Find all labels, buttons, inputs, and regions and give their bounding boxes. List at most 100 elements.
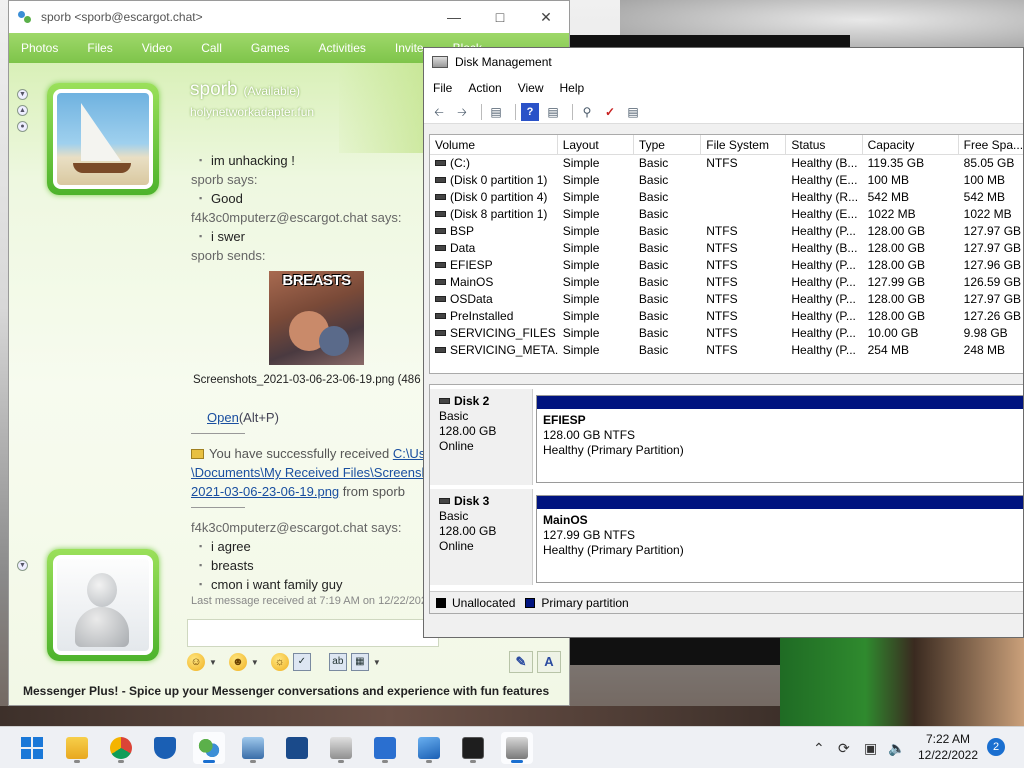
- partition-legend: Unallocated Primary partition: [430, 591, 1023, 613]
- column-header-capacity[interactable]: Capacity: [863, 135, 959, 154]
- column-header-volume[interactable]: Volume: [430, 135, 558, 154]
- my-avatar[interactable]: [47, 549, 159, 661]
- taskbar-media-player[interactable]: [369, 732, 401, 764]
- background-icon[interactable]: ▦: [350, 653, 369, 671]
- received-file-path-link[interactable]: \Documents\My Received Files\Screenshots…: [191, 465, 431, 480]
- menu-invite[interactable]: Invite: [395, 41, 424, 55]
- volume-row[interactable]: SERVICING_FILES Simple Basic NTFS Healthy (P…: [430, 325, 1023, 342]
- received-file-path-link[interactable]: 2021-03-06-23-06-19.png: [191, 484, 339, 499]
- cell-free-space: 9.98 GB: [963, 326, 1008, 340]
- volume-row[interactable]: (Disk 0 partition 4) Simple Basic Healthy (…: [430, 189, 1023, 206]
- taskbar-file-explorer[interactable]: [61, 732, 93, 764]
- nudge-icon[interactable]: ☼: [270, 653, 289, 671]
- menu-photos[interactable]: Photos: [21, 41, 58, 55]
- notification-badge[interactable]: 2: [987, 738, 1005, 756]
- webcam-icon[interactable]: ●: [17, 121, 28, 132]
- cell-file-system: [701, 189, 786, 206]
- received-image-thumbnail[interactable]: BREASTS: [269, 271, 364, 365]
- console-tree-icon[interactable]: ▤: [487, 103, 505, 121]
- cell-file-system: NTFS: [706, 156, 738, 170]
- message-input[interactable]: [187, 619, 439, 647]
- voice-clip-icon[interactable]: ✓: [292, 653, 311, 671]
- column-header-status[interactable]: Status: [786, 135, 863, 154]
- emoticon-dropdown-icon[interactable]: ▼: [209, 658, 217, 667]
- menu-view[interactable]: View: [518, 81, 544, 95]
- menu-files[interactable]: Files: [87, 41, 112, 55]
- tray-sync[interactable]: ⟳: [838, 727, 850, 768]
- collapse-arrow-icon[interactable]: ▼: [17, 89, 28, 100]
- font-button[interactable]: A: [537, 651, 561, 673]
- handwriting-button[interactable]: ✎: [509, 651, 533, 673]
- tray-volume[interactable]: 🔈: [888, 727, 905, 768]
- show-hidden-icons[interactable]: ⌃: [813, 727, 825, 768]
- connect-icon[interactable]: ⚲: [578, 103, 596, 121]
- taskbar-app-blue[interactable]: [281, 732, 313, 764]
- minimize-button[interactable]: —: [431, 1, 477, 33]
- maximize-button[interactable]: □: [477, 1, 523, 33]
- column-header-layout[interactable]: Layout: [558, 135, 634, 154]
- system-clock[interactable]: 7:22 AM 12/22/2022: [908, 731, 988, 763]
- taskbar-terminal[interactable]: [457, 732, 489, 764]
- messenger-plus-banner[interactable]: Messenger Plus! - Spice up your Messenge…: [23, 684, 549, 698]
- volume-row[interactable]: BSP Simple Basic NTFS Healthy (P... 128.00 GB…: [430, 223, 1023, 240]
- open-file-link[interactable]: Open: [207, 410, 239, 425]
- partition-block[interactable]: EFIESP 128.00 GB NTFS Healthy (Primary P…: [536, 395, 1023, 483]
- column-header-type[interactable]: Type: [634, 135, 702, 154]
- disk-size: 128.00 GB: [439, 424, 497, 438]
- disk-info[interactable]: Disk 3 Basic 128.00 GB Online: [430, 489, 533, 585]
- menu-action[interactable]: Action: [468, 81, 501, 95]
- cell-layout: Simple: [562, 156, 600, 170]
- background-dropdown-icon[interactable]: ▼: [373, 658, 381, 667]
- help-icon[interactable]: ?: [521, 102, 539, 121]
- taskbar-messenger[interactable]: [193, 732, 225, 764]
- volume-row[interactable]: (Disk 8 partition 1) Simple Basic Healthy (…: [430, 206, 1023, 223]
- disk-entry[interactable]: Disk 3 Basic 128.00 GB Online MainOS 127…: [430, 489, 1023, 585]
- primary-partition-bar: [537, 496, 1023, 509]
- volume-row[interactable]: PreInstalled Simple Basic NTFS Healthy (P...…: [430, 308, 1023, 325]
- terminal-icon: [462, 737, 484, 759]
- expand-arrow-icon[interactable]: ▲: [17, 105, 28, 116]
- taskbar-app-grey[interactable]: [325, 732, 357, 764]
- close-button[interactable]: ✕: [523, 1, 569, 33]
- volume-row[interactable]: Data Simple Basic NTFS Healthy (B... 128.00 G…: [430, 240, 1023, 257]
- collapse-arrow-icon[interactable]: ▼: [17, 560, 28, 571]
- forward-arrow-icon[interactable]: 🡢: [453, 103, 471, 121]
- volume-row[interactable]: SERVICING_META... Simple Basic NTFS Healthy …: [430, 342, 1023, 359]
- back-arrow-icon[interactable]: 🡠: [430, 103, 448, 121]
- column-header-free-space[interactable]: Free Spa...: [959, 135, 1023, 154]
- font-style-icon[interactable]: ab: [328, 653, 347, 671]
- volume-row[interactable]: EFIESP Simple Basic NTFS Healthy (P... 128.00…: [430, 257, 1023, 274]
- wink-dropdown-icon[interactable]: ▼: [251, 658, 259, 667]
- drive-icon: [435, 245, 446, 251]
- taskbar-app-landscape[interactable]: [413, 732, 445, 764]
- contact-avatar[interactable]: [47, 83, 159, 195]
- list-view-icon[interactable]: ▤: [624, 103, 642, 121]
- volume-row[interactable]: MainOS Simple Basic NTFS Healthy (P... 127.99…: [430, 274, 1023, 291]
- tray-network[interactable]: ▣: [864, 727, 877, 768]
- menu-help[interactable]: Help: [560, 81, 585, 95]
- menu-video[interactable]: Video: [142, 41, 172, 55]
- volume-row[interactable]: (Disk 0 partition 1) Simple Basic Healthy (…: [430, 172, 1023, 189]
- cell-layout: Simple: [562, 241, 600, 255]
- column-header-file-system[interactable]: File System: [701, 135, 787, 154]
- disk-entry[interactable]: Disk 2 Basic 128.00 GB Online EFIESP 128…: [430, 389, 1023, 485]
- taskbar-security[interactable]: [149, 732, 181, 764]
- menu-call[interactable]: Call: [201, 41, 222, 55]
- disk-info[interactable]: Disk 2 Basic 128.00 GB Online: [430, 389, 533, 485]
- taskbar-chrome[interactable]: [105, 732, 137, 764]
- volume-row[interactable]: OSData Simple Basic NTFS Healthy (P... 128.00…: [430, 291, 1023, 308]
- taskbar-disk-management[interactable]: [501, 732, 533, 764]
- partition-block[interactable]: MainOS 127.99 GB NTFS Healthy (Primary P…: [536, 495, 1023, 583]
- checklist-icon[interactable]: ✓: [601, 103, 619, 121]
- menu-file[interactable]: File: [433, 81, 452, 95]
- emoticon-icon[interactable]: ☺: [187, 653, 205, 671]
- properties-icon[interactable]: ▤: [544, 103, 562, 121]
- volume-row[interactable]: (C:) Simple Basic NTFS Healthy (B... 119.35 G…: [430, 155, 1023, 172]
- taskbar-photos[interactable]: [237, 732, 269, 764]
- wink-icon[interactable]: ☻: [228, 653, 247, 671]
- start-button[interactable]: [16, 732, 48, 764]
- disk-management-titlebar[interactable]: Disk Management: [424, 48, 1023, 75]
- menu-activities[interactable]: Activities: [319, 41, 366, 55]
- menu-games[interactable]: Games: [251, 41, 290, 55]
- messenger-titlebar[interactable]: sporb <sporb@escargot.chat> — □ ✕: [9, 1, 569, 33]
